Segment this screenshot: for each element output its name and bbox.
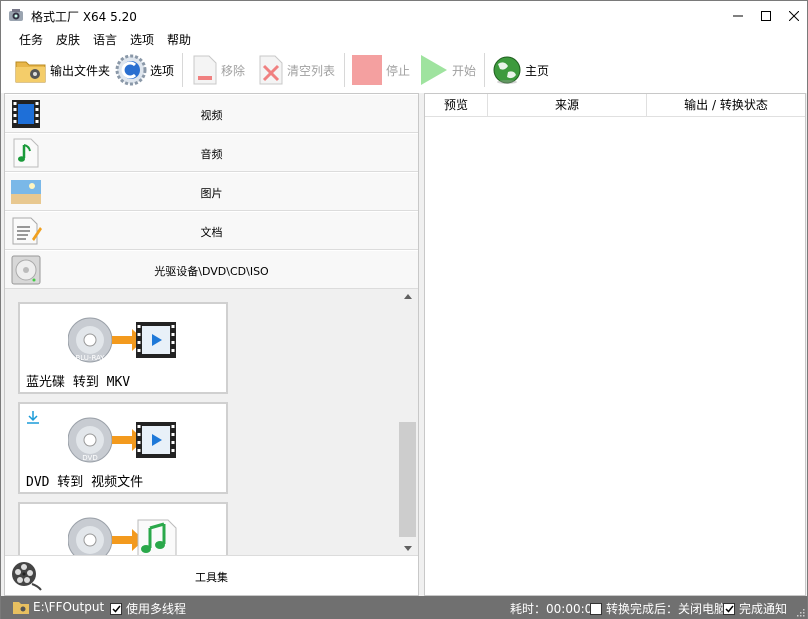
bluray-to-video-icon: BLU-RAY: [68, 317, 176, 363]
play-icon: [421, 55, 447, 85]
clear-list-button[interactable]: 清空列表: [258, 52, 335, 88]
disc-label-text: BLU-RAY: [75, 354, 105, 362]
stop-button[interactable]: 停止: [351, 52, 410, 88]
output-path[interactable]: E:\FFOutput: [13, 600, 104, 614]
home-button[interactable]: 主页: [492, 52, 549, 88]
category-disc-device[interactable]: 光驱设备\DVD\CD\ISO: [5, 250, 418, 289]
elapsed-time: 耗时：00:00:00: [510, 602, 600, 616]
menu-skin[interactable]: 皮肤: [56, 31, 80, 48]
resize-grip-icon[interactable]: [795, 607, 805, 617]
arrow-up-icon: [403, 293, 412, 299]
category-audio[interactable]: 音频: [5, 133, 418, 172]
checkmark-icon: [724, 605, 734, 613]
menu-help[interactable]: 帮助: [167, 31, 191, 48]
output-folder-button[interactable]: 输出文件夹: [15, 52, 110, 88]
maximize-icon: [761, 10, 771, 21]
checkmark-icon: [111, 605, 121, 613]
category-video[interactable]: 视频: [5, 94, 418, 133]
notify-checkbox[interactable]: [723, 602, 735, 615]
toolbar-separator: [484, 53, 485, 87]
column-preview[interactable]: 预览: [425, 94, 488, 117]
toolbar-separator: [182, 53, 183, 87]
tile-bluray-to-mkv[interactable]: BLU-RAY 蓝光碟 转到 MKV: [18, 302, 228, 394]
category-panel: 视频 音频 图片 文档 光驱设备\DVD\CD\ISO BLU-RAY 蓝光碟 …: [4, 93, 419, 596]
tile-dvd-to-video[interactable]: DVD DVD 转到 视频文件: [18, 402, 228, 494]
tile-cd-to-audio[interactable]: [18, 502, 228, 555]
category-image[interactable]: 图片: [5, 172, 418, 211]
category-toolset[interactable]: 工具集: [5, 555, 418, 595]
tiles-scrollbar[interactable]: [398, 289, 417, 555]
scroll-up-button[interactable]: [398, 289, 417, 303]
after-done-checkbox[interactable]: [590, 602, 602, 615]
maximize-button[interactable]: [751, 1, 781, 30]
download-icon: [27, 411, 39, 424]
options-gear-icon: [115, 54, 147, 86]
scroll-thumb[interactable]: [399, 422, 416, 537]
title-bar: 格式工厂 X64 5.20: [1, 1, 807, 30]
minimize-icon: [733, 15, 743, 16]
stop-icon: [352, 55, 382, 85]
column-output-status[interactable]: 输出 / 转换状态: [647, 94, 805, 117]
app-logo-icon: [9, 9, 23, 21]
task-list: 预览 来源 输出 / 转换状态: [424, 93, 806, 596]
after-done-option[interactable]: 转换完成后：关闭电脑: [590, 600, 726, 617]
disc-label-text: DVD: [82, 454, 97, 462]
notify-option[interactable]: 完成通知: [723, 600, 787, 617]
multithread-checkbox[interactable]: [110, 602, 122, 615]
remove-icon: [193, 55, 217, 85]
folder-icon: [13, 601, 29, 614]
cd-to-audio-icon: [68, 517, 177, 555]
arrow-down-icon: [403, 545, 412, 551]
close-button[interactable]: [779, 1, 808, 30]
clear-list-icon: [259, 55, 283, 85]
remove-button[interactable]: 移除: [192, 52, 245, 88]
multithread-option[interactable]: 使用多线程: [110, 600, 186, 617]
menu-language[interactable]: 语言: [93, 31, 117, 48]
minimize-button[interactable]: [723, 1, 753, 30]
app-window: 格式工厂 X64 5.20 任务 皮肤 语言 选项 帮助 输出文件夹 选项 移除…: [0, 0, 808, 619]
window-title: 格式工厂 X64 5.20: [31, 10, 137, 24]
toolbar-separator: [344, 53, 345, 87]
toolbar: 输出文件夹 选项 移除 清空列表 停止 开始 主页: [1, 47, 807, 93]
menu-bar: 任务 皮肤 语言 选项 帮助: [1, 30, 807, 47]
close-icon: [789, 10, 799, 21]
options-button[interactable]: 选项: [115, 52, 174, 88]
column-source[interactable]: 来源: [488, 94, 647, 117]
folder-icon: [15, 61, 46, 83]
dvd-to-video-icon: DVD: [68, 417, 176, 463]
menu-task[interactable]: 任务: [19, 31, 43, 48]
disc-tools-list: BLU-RAY 蓝光碟 转到 MKV DVD DVD 转到 视频文件: [5, 289, 398, 555]
globe-icon: [493, 56, 521, 84]
menu-options[interactable]: 选项: [130, 31, 154, 48]
start-button[interactable]: 开始: [419, 52, 476, 88]
scroll-down-button[interactable]: [398, 541, 417, 555]
status-bar: E:\FFOutput 使用多线程 耗时：00:00:00 转换完成后：关闭电脑…: [1, 596, 807, 619]
category-document[interactable]: 文档: [5, 211, 418, 250]
